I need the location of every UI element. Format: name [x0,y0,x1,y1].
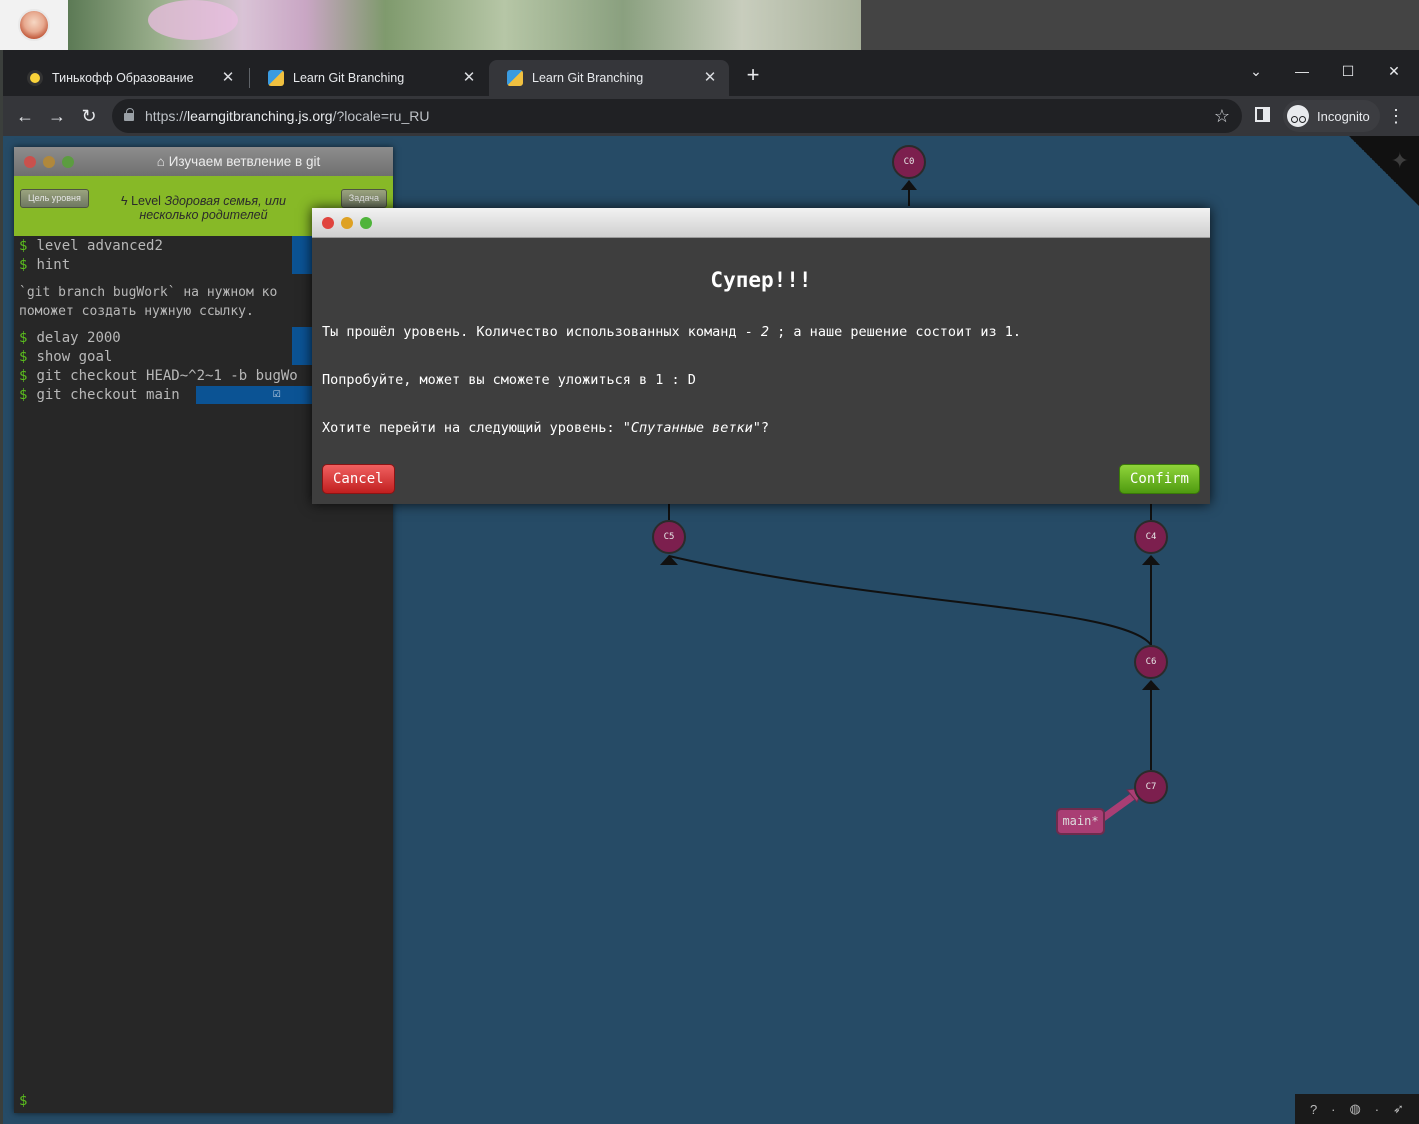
tab-strip: Тинькофф Образование ✕ Learn Git Branchi… [3,50,1419,96]
footer-links: ? · ◍ · ➶ [1295,1094,1419,1124]
tab-tinkoff[interactable]: Тинькофф Образование ✕ [9,60,247,96]
command-line: $ hint [19,257,71,273]
tab-title: Learn Git Branching [532,71,644,85]
tab-learn-git-1[interactable]: Learn Git Branching ✕ [250,60,488,96]
side-panel-icon[interactable] [1255,107,1270,122]
screen: Тинькофф Образование ✕ Learn Git Branchi… [0,0,1419,1124]
terminal-title: ⌂ Изучаем ветвление в git [14,154,393,169]
separator-dot: · [1331,1101,1336,1117]
arrow-c6 [1142,680,1160,690]
help-icon[interactable]: ? [1310,1102,1317,1117]
dialog-titlebar [312,208,1210,238]
terminal-prompt[interactable]: $ [19,1093,27,1109]
level-complete-dialog: Супер!!! Ты прошёл уровень. Количество и… [312,208,1210,504]
lock-icon[interactable] [124,108,134,121]
tab-learn-git-2[interactable]: Learn Git Branching ✕ [489,60,729,96]
cancel-button[interactable]: Cancel [322,464,395,494]
tab-search-button[interactable]: ⌄ [1233,56,1279,86]
url-text[interactable]: https://learngitbranching.js.org/?locale… [145,108,429,124]
close-icon[interactable]: ✕ [701,69,719,87]
incognito-label: Incognito [1317,108,1370,124]
incognito-indicator[interactable]: Incognito [1283,100,1380,132]
dialog-message-3: Хотите перейти на следующий уровень: "Сп… [322,420,770,436]
commit-node[interactable]: C5 [652,520,686,554]
globe-icon[interactable]: ◍ [1349,1101,1360,1117]
task-button[interactable]: Задача [340,189,387,208]
command-line: $ git checkout HEAD~^2~1 -b bugWo [19,368,298,384]
minimize-button[interactable]: — [1279,56,1325,86]
tab-title: Learn Git Branching [293,71,405,85]
dialog-message-2: Попробуйте, может вы сможете уложиться в… [322,372,696,388]
minimize-dot-icon[interactable] [341,217,353,229]
terminal-title-text: Изучаем ветвление в git [168,154,321,169]
avatar [18,9,50,41]
commit-node[interactable]: C4 [1134,520,1168,554]
url-scheme: https:// [145,108,188,124]
level-title: Здоровая семья, или несколько родителей [139,194,287,222]
back-button[interactable]: ← [11,102,39,130]
browser-menu-button[interactable]: ⋮ [1386,102,1406,130]
browser-toolbar: ← → ↻ https://learngitbranching.js.org/?… [3,96,1419,136]
command-line: $ level advanced2 [19,238,163,254]
new-tab-button[interactable]: + [741,64,765,88]
check-icon: ☑ [273,386,281,401]
confirm-button[interactable]: Confirm [1118,464,1200,494]
incognito-icon [1287,105,1309,127]
github-corner[interactable]: ✦ [1349,136,1419,206]
commit-node[interactable]: C7 [1134,770,1168,804]
dialog-message-1: Ты прошёл уровень. Количество использова… [322,324,1022,340]
octocat-icon: ✦ [1390,148,1409,173]
command-line: $ git checkout main [19,387,180,403]
separator-dot: · [1374,1101,1380,1117]
lightning-icon: ϟ [120,194,132,208]
close-icon[interactable]: ✕ [219,69,237,87]
reload-button[interactable]: ↻ [75,102,103,130]
goal-button[interactable]: Цель уровня [20,189,89,208]
home-icon: ⌂ [156,154,169,169]
close-dot-icon[interactable] [322,217,334,229]
dialog-title: Супер!!! [710,268,812,292]
url-host: learngitbranching.js.org [187,108,333,124]
tab-title: Тинькофф Образование [52,71,194,85]
edge-c6-c5 [668,555,1152,646]
terminal-titlebar: ⌂ Изучаем ветвление в git [14,147,393,176]
address-bar[interactable]: https://learngitbranching.js.org/?locale… [112,99,1242,133]
close-icon[interactable]: ✕ [460,69,478,87]
twitter-icon[interactable]: ➶ [1393,1101,1404,1117]
maximize-button[interactable]: ☐ [1325,56,1371,86]
window-close-button[interactable]: ✕ [1371,56,1417,86]
tinkoff-favicon-icon [27,70,43,86]
git-favicon-icon [268,70,284,86]
arrow-c4 [1142,555,1160,565]
page-viewport: C0 C5 C4 C6 C7 main* ✦ ⌂ Изучаем ветвлен… [3,136,1419,1124]
level-prefix: Level [131,194,161,208]
browser-window: Тинькофф Образование ✕ Learn Git Branchi… [3,50,1419,1124]
wallpaper-image [68,0,861,50]
arrow-c0 [901,180,917,190]
desktop-wallpaper-strip [0,0,1419,50]
commit-node[interactable]: C6 [1134,645,1168,679]
commit-node[interactable]: C0 [892,145,926,179]
bookmark-star-icon[interactable]: ☆ [1210,104,1234,128]
forward-button[interactable]: → [43,102,71,130]
command-line: $ delay 2000 [19,330,121,346]
profile-tile[interactable] [0,0,68,50]
branch-label[interactable]: main* [1056,808,1105,835]
url-path: /?locale=ru_RU [332,108,430,124]
command-line: $ show goal [19,349,113,365]
level-name: ϟ Level Здоровая семья, или несколько ро… [109,194,298,222]
git-favicon-icon [507,70,523,86]
maximize-dot-icon[interactable] [360,217,372,229]
